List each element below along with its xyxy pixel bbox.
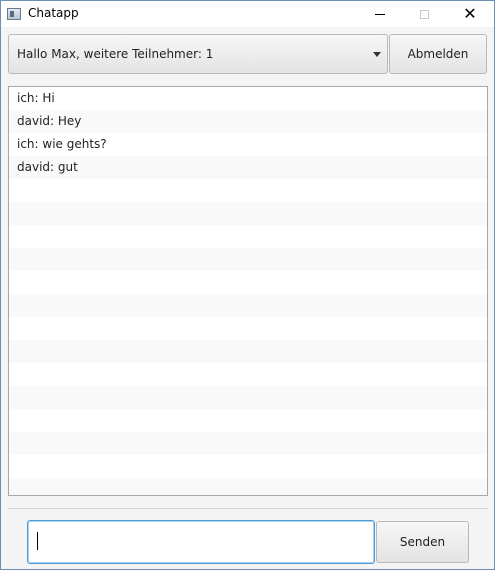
message-row[interactable] bbox=[9, 363, 487, 386]
message-row[interactable] bbox=[9, 317, 487, 340]
minimize-icon bbox=[375, 13, 385, 15]
message-row[interactable] bbox=[9, 225, 487, 248]
messages-list[interactable]: ich: Hi david: Hey ich: wie gehts? david: … bbox=[8, 86, 488, 496]
message-row[interactable] bbox=[9, 248, 487, 271]
message-row[interactable] bbox=[9, 432, 487, 455]
message-input[interactable] bbox=[27, 520, 375, 564]
participants-combobox[interactable]: Hallo Max, weitere Teilnehmer: 1 bbox=[8, 34, 388, 74]
message-row[interactable]: david: Hey bbox=[9, 110, 487, 133]
title-bar[interactable]: Chatapp ✕ bbox=[1, 1, 494, 27]
message-row[interactable]: david: gut bbox=[9, 156, 487, 179]
message-row[interactable] bbox=[9, 478, 487, 495]
message-row[interactable]: ich: Hi bbox=[9, 87, 487, 110]
close-button[interactable]: ✕ bbox=[447, 1, 493, 27]
message-row[interactable]: ich: wie gehts? bbox=[9, 133, 487, 156]
divider bbox=[8, 508, 488, 509]
chevron-down-icon[interactable] bbox=[373, 52, 381, 57]
message-row[interactable] bbox=[9, 386, 487, 409]
send-button[interactable]: Senden bbox=[376, 521, 469, 563]
maximize-button[interactable] bbox=[401, 1, 447, 27]
close-icon: ✕ bbox=[463, 4, 477, 23]
message-row[interactable] bbox=[9, 409, 487, 432]
logout-button[interactable]: Abmelden bbox=[389, 34, 487, 74]
message-row[interactable] bbox=[9, 455, 487, 478]
minimize-button[interactable] bbox=[357, 1, 403, 27]
text-caret bbox=[37, 532, 38, 550]
message-row[interactable] bbox=[9, 340, 487, 363]
app-window-icon bbox=[7, 8, 21, 20]
chat-window: Chatapp ✕ Hallo Max, weitere Teilnehmer:… bbox=[0, 0, 495, 570]
message-row[interactable] bbox=[9, 202, 487, 225]
participants-combobox-value: Hallo Max, weitere Teilnehmer: 1 bbox=[17, 47, 214, 61]
message-row[interactable] bbox=[9, 294, 487, 317]
message-row[interactable] bbox=[9, 271, 487, 294]
message-row[interactable] bbox=[9, 179, 487, 202]
maximize-icon bbox=[419, 9, 429, 19]
window-title: Chatapp bbox=[28, 6, 79, 20]
